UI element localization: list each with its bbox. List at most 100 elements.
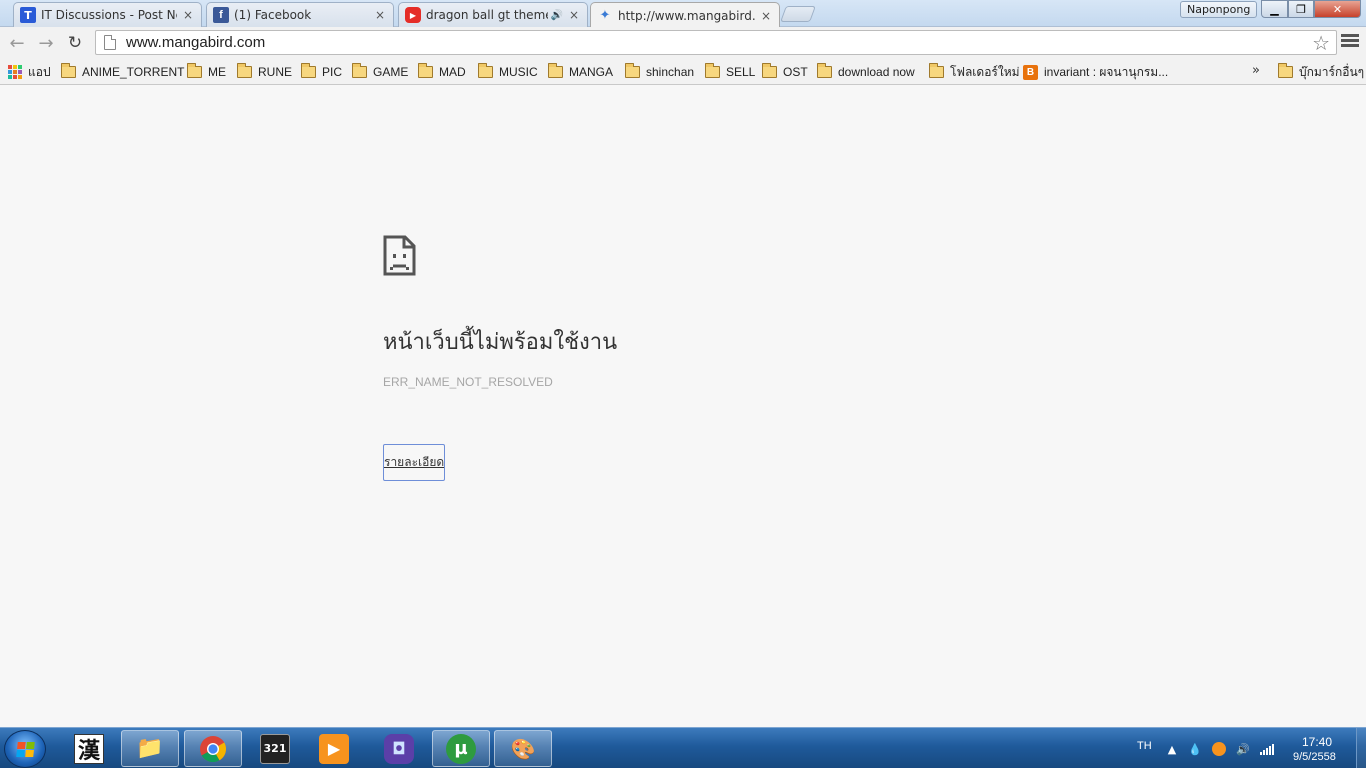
tab-close-icon[interactable]: ×: [373, 8, 387, 22]
tab-title: (1) Facebook: [234, 8, 312, 22]
bookmark-folder[interactable]: SELL: [705, 62, 755, 82]
bookmark-folder[interactable]: shinchan: [625, 62, 694, 82]
bookmark-folder[interactable]: MANGA: [548, 62, 613, 82]
bird-icon: ✦: [599, 8, 611, 23]
clock-time[interactable]: 17:40: [1302, 735, 1332, 749]
bookmark-label: SELL: [726, 65, 756, 79]
folder-icon: [237, 63, 252, 78]
network-signal-icon[interactable]: [1260, 742, 1274, 756]
folder-explorer-icon: 📁: [136, 736, 164, 761]
bookmark-label: ANIME_TORRENT: [82, 65, 185, 79]
folder-icon: [478, 63, 493, 78]
bookmarks-bar: แอป ANIME_TORRENT ME RUNE PIC GAME MAD M…: [0, 58, 1366, 85]
volume-icon[interactable]: 🔊: [1236, 742, 1250, 756]
tab-strip: T IT Discussions - Post New × f (1) Face…: [0, 0, 1366, 28]
star-icon[interactable]: ☆: [1312, 31, 1330, 55]
tab-mangabird[interactable]: ✦ http://www.mangabird.co ×: [590, 2, 780, 28]
bookmark-folder[interactable]: ANIME_TORRENT: [61, 62, 184, 82]
tab-close-icon[interactable]: ×: [759, 9, 773, 23]
reload-button[interactable]: ↻: [63, 31, 87, 55]
blogger-icon: B: [1023, 64, 1038, 80]
taskbar-file-explorer[interactable]: 📁: [121, 730, 179, 767]
show-desktop-button[interactable]: [1356, 728, 1366, 768]
bookmark-label: บุ๊กมาร์กอื่นๆ: [1299, 64, 1365, 79]
taskbar-utorrent[interactable]: µ: [432, 730, 490, 767]
droplet-icon[interactable]: 💧: [1188, 742, 1202, 756]
bookmark-folder[interactable]: MAD: [418, 62, 466, 82]
bookmark-label: invariant : ผจนานุกรม...: [1044, 64, 1169, 79]
folder-icon: [929, 63, 944, 78]
bookmark-label: RUNE: [258, 65, 293, 79]
browser-toolbar: ← → ↻ www.mangabird.com ☆: [0, 27, 1366, 58]
windows-taskbar: 漢 📁 321 ▶ ◘ µ 🎨 TH ▲ 💧 🔊 17:40 9/5/2558: [0, 727, 1366, 768]
bookmark-label: OST: [783, 65, 808, 79]
media-player-icon: ▶: [319, 733, 349, 764]
taskbar-gba-emulator[interactable]: ◘: [370, 730, 428, 767]
folder-icon: [352, 63, 367, 78]
bookmark-folder[interactable]: download now: [817, 62, 915, 82]
bookmark-folder[interactable]: GAME: [352, 62, 408, 82]
bookmark-blogger[interactable]: B invariant : ผจนานุกรม...: [1023, 62, 1168, 82]
paint-palette-icon: 🎨: [510, 736, 536, 761]
bookmark-folder[interactable]: MUSIC: [478, 62, 538, 82]
folder-icon: [625, 63, 640, 78]
folder-icon: [548, 63, 563, 78]
tab-title: dragon ball gt theme s: [426, 8, 548, 22]
tray-app-icon[interactable]: [1212, 742, 1226, 756]
close-window-button[interactable]: ✕: [1314, 0, 1361, 18]
chrome-icon: [200, 735, 227, 762]
show-hidden-icons-icon[interactable]: ▲: [1165, 742, 1179, 756]
tab-close-icon[interactable]: ×: [181, 8, 195, 22]
bookmarks-overflow-chevron[interactable]: »: [1252, 63, 1260, 78]
page-icon: [104, 35, 116, 50]
folder-icon: [1278, 63, 1293, 78]
new-tab-button[interactable]: [780, 6, 816, 22]
bookmark-folder[interactable]: ME: [187, 62, 226, 82]
folder-icon: [61, 63, 76, 78]
maximize-button[interactable]: ❐: [1288, 0, 1314, 18]
bookmark-label: PIC: [322, 65, 343, 79]
details-button[interactable]: รายละเอียด: [383, 444, 445, 481]
tab-facebook[interactable]: f (1) Facebook ×: [206, 2, 394, 27]
clock-date[interactable]: 9/5/2558: [1293, 751, 1336, 763]
tab-close-icon[interactable]: ×: [567, 8, 581, 22]
utorrent-icon: µ: [446, 733, 476, 764]
bookmark-folder[interactable]: OST: [762, 62, 808, 82]
url-text[interactable]: www.mangabird.com: [126, 34, 1312, 51]
bookmark-label: MUSIC: [499, 65, 538, 79]
forward-button[interactable]: →: [34, 31, 58, 55]
bookmark-label: shinchan: [646, 65, 695, 79]
bookmark-label: MANGA: [569, 65, 614, 79]
bookmark-apps[interactable]: แอป: [8, 62, 51, 82]
tab-youtube[interactable]: ▶ dragon ball gt theme s 🔊 ×: [398, 2, 588, 27]
bookmark-folder[interactable]: โฟลเดอร์ใหม่: [929, 62, 1020, 82]
error-page: หน้าเว็บนี้ไม่พร้อมใช้งาน ERR_NAME_NOT_R…: [0, 86, 1366, 727]
windows-logo-icon: [16, 742, 35, 757]
taskbar-media-player-classic[interactable]: 321: [246, 730, 304, 767]
language-indicator[interactable]: TH: [1137, 740, 1152, 752]
folder-icon: [187, 63, 202, 78]
tab-it-discussions[interactable]: T IT Discussions - Post New ×: [13, 2, 202, 27]
bookmark-folder[interactable]: PIC: [301, 62, 342, 82]
address-bar[interactable]: www.mangabird.com ☆: [95, 30, 1337, 55]
bookmark-label: GAME: [373, 65, 409, 79]
bookmark-folder[interactable]: RUNE: [237, 62, 292, 82]
start-button[interactable]: [4, 730, 46, 768]
taskbar-chrome[interactable]: [184, 730, 242, 767]
youtube-icon: ▶: [405, 7, 421, 23]
profile-button[interactable]: Naponpong: [1180, 1, 1258, 18]
apps-grid-icon: [8, 65, 22, 79]
sad-page-icon: [383, 235, 416, 276]
facebook-icon: f: [213, 7, 229, 23]
minimize-button[interactable]: ▁: [1261, 0, 1288, 18]
taskbar-kanji-app[interactable]: 漢: [60, 730, 118, 767]
back-button[interactable]: ←: [5, 31, 29, 55]
taskbar-media-player[interactable]: ▶: [305, 730, 363, 767]
error-code: ERR_NAME_NOT_RESOLVED: [383, 375, 553, 389]
it-discussions-favicon: T: [20, 7, 36, 23]
bookmark-label: MAD: [439, 65, 466, 79]
taskbar-paint[interactable]: 🎨: [494, 730, 552, 767]
menu-icon[interactable]: [1341, 32, 1359, 52]
other-bookmarks[interactable]: บุ๊กมาร์กอื่นๆ: [1278, 62, 1364, 82]
speaker-icon: 🔊: [550, 9, 563, 21]
